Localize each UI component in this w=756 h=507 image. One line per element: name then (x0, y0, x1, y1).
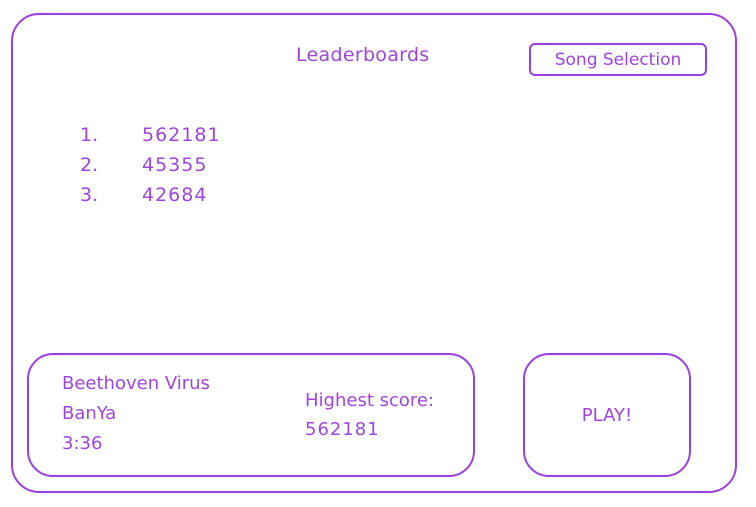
highest-score-label: Highest score: (305, 390, 435, 411)
leaderboard-rank: 1. (80, 124, 99, 146)
song-title: Beethoven Virus (62, 373, 210, 394)
leaderboard-row: 1. 562181 (80, 120, 221, 150)
play-button[interactable]: PLAY! (523, 353, 691, 477)
highest-score-value: 562181 (305, 419, 380, 440)
song-artist: BanYa (62, 403, 117, 424)
leaderboard-row: 2. 45355 (80, 150, 221, 180)
leaderboard-rank: 2. (80, 154, 99, 176)
leaderboard-list: 1. 562181 2. 45355 3. 42684 (80, 120, 221, 210)
leaderboard-score: 42684 (142, 184, 208, 206)
leaderboard-rank: 3. (80, 184, 99, 206)
leaderboard-score: 45355 (142, 154, 208, 176)
song-duration: 3:36 (62, 433, 103, 454)
song-selection-button[interactable]: Song Selection (529, 43, 707, 76)
leaderboard-score: 562181 (142, 124, 221, 146)
song-info-card[interactable]: Beethoven Virus BanYa 3:36 Highest score… (27, 353, 475, 477)
page-title: Leaderboards (296, 44, 430, 66)
leaderboard-row: 3. 42684 (80, 180, 221, 210)
